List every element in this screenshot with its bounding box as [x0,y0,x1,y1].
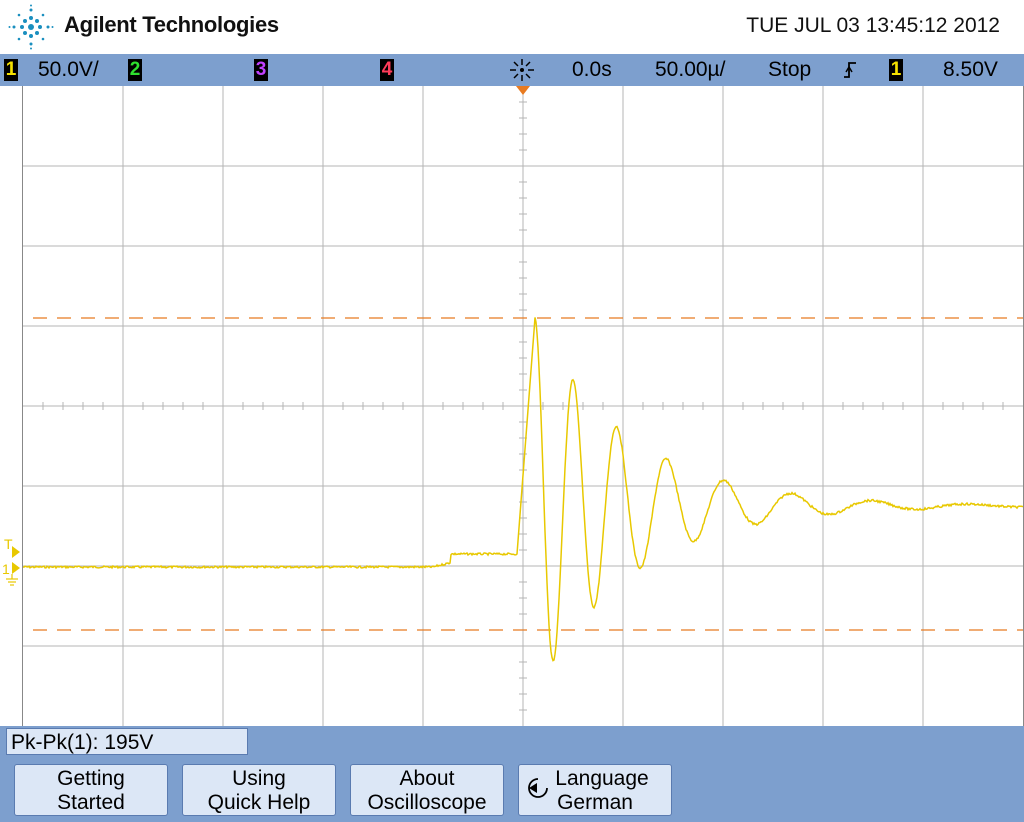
trigger-level-marker: T [4,536,13,552]
softkey-label-line1: Using [232,767,286,790]
channel-1-scale: 50.0V/ [38,58,99,81]
softkey-label-line1: Getting [57,767,125,790]
run-state: Stop [768,58,812,81]
channel-4-indicator[interactable]: 4 [380,59,394,81]
status-bar: 1 50.0V/ 2 3 4 0.0s 50.00µ/ Stop 1 8.50V [0,54,1024,86]
about-oscilloscope-button[interactable]: About Oscilloscope [350,764,504,816]
trigger-level-arrow-icon [12,546,20,558]
rising-edge-icon [844,62,856,78]
waveform-display [22,86,1024,726]
language-button[interactable]: Language German [518,764,672,816]
measurement-value: 195V [104,731,154,754]
channel-1-ground-marker: 1 [2,561,10,577]
softkey-label-line1: About [399,767,455,790]
channel-3-indicator[interactable]: 3 [254,59,268,81]
cycle-arrow-icon [528,778,548,798]
brand-name: Agilent Technologies [64,12,279,37]
channel-2-indicator[interactable]: 2 [128,59,142,81]
trigger-position-marker-icon [516,86,530,95]
trigger-level-value: 8.50V [943,58,998,81]
timebase-value: 50.00µ/ [655,58,726,81]
measurement-label: Pk-Pk(1): [11,731,99,754]
ground-arrow-icon [12,562,20,574]
getting-started-button[interactable]: Getting Started [14,764,168,816]
quick-help-button[interactable]: Using Quick Help [182,764,336,816]
softkey-label-line2: Started [57,791,125,814]
ground-level-markers: T 1 [2,536,20,586]
datetime-display: TUE JUL 03 13:45:12 2012 [746,14,1000,37]
header: Agilent Technologies TUE JUL 03 13:45:12… [0,0,1024,54]
measurement-bar: Pk-Pk(1): 195V [0,726,1024,758]
measurement-readout: Pk-Pk(1): 195V [6,728,248,755]
agilent-spark-logo-icon [8,4,54,50]
trigger-source-indicator[interactable]: 1 [889,59,903,81]
softkey-bar: Getting Started Using Quick Help About O… [0,758,1024,822]
waveform-graticule [23,86,1023,726]
softkey-label-line2: Quick Help [207,791,311,814]
softkey-label-line2: Oscilloscope [367,791,487,814]
channel-1-indicator[interactable]: 1 [4,59,18,81]
horizontal-delay-icon [510,59,534,81]
horizontal-delay-value: 0.0s [572,58,612,81]
